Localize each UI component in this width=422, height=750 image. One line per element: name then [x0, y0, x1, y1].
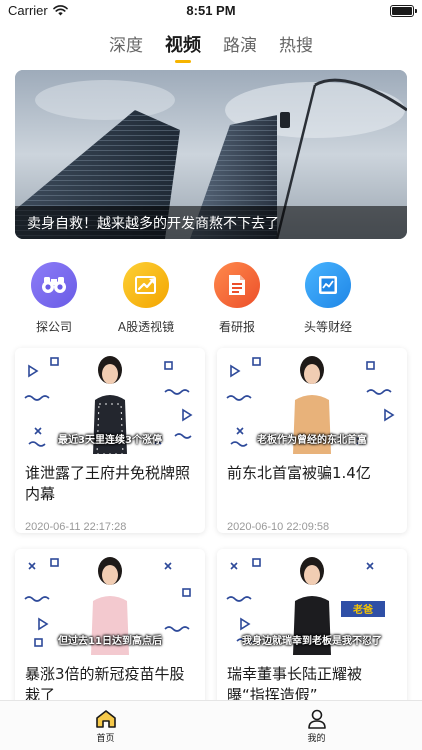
video-subtitle: 我身边就瑞幸到老板是我不忍了 [242, 636, 382, 647]
tab-label: 我的 [307, 734, 326, 744]
featured-banner[interactable]: 卖身自救！越来越多的开发商熬不下去了 [15, 70, 407, 239]
banner-caption: 卖身自救！越来越多的开发商熬不下去了 [27, 215, 279, 232]
video-card[interactable]: 老板作为曾经的东北首富 前东北首富被骗1.4亿 2020-06-10 22:09… [217, 348, 407, 533]
tab-depth[interactable]: 深度 [109, 33, 143, 63]
status-time: 8:51 PM [186, 3, 236, 18]
tab-trending[interactable]: 热搜 [279, 33, 313, 63]
quick-nav-label: A股透视镜 [117, 320, 175, 334]
video-card[interactable]: 但过去11日达到高点后 暴涨3倍的新冠疫苗牛股栽了 [15, 549, 205, 722]
video-thumbnail: 但过去11日达到高点后 [15, 549, 205, 655]
video-date: 2020-06-10 22:09:58 [227, 521, 330, 533]
video-badge: 老爸 [352, 603, 373, 616]
finance-chart-icon [305, 262, 351, 308]
tab-roadshow[interactable]: 路演 [223, 33, 257, 63]
tab-profile[interactable]: 我的 [211, 701, 422, 750]
battery-icon [390, 5, 417, 17]
video-title: 谁泄露了王府井免税牌照内幕 [25, 464, 191, 503]
report-document-icon [214, 262, 260, 308]
quick-nav-explore-company[interactable]: 探公司 [14, 262, 94, 335]
top-tabs: 深度 视频 路演 热搜 [0, 33, 422, 63]
chart-trend-icon [123, 262, 169, 308]
quick-nav-label: 探公司 [35, 320, 72, 334]
user-icon [307, 709, 326, 729]
quick-nav-research-report[interactable]: 看研报 [197, 262, 277, 335]
banner-caption-bar: 卖身自救！越来越多的开发商熬不下去了 [15, 206, 407, 239]
quick-nav-top-finance[interactable]: 头等财经 [288, 262, 368, 335]
video-card[interactable]: 最近3天里连续3个涨停 谁泄露了王府井免税牌照内幕 2020-06-11 22:… [15, 348, 205, 533]
tab-label: 首页 [96, 734, 115, 744]
quick-nav-label: 看研报 [218, 320, 255, 334]
home-icon [95, 710, 116, 728]
quick-nav: 探公司 A股透视镜 看研报 头等财经 [0, 262, 422, 338]
battery-level [392, 7, 412, 15]
tab-home[interactable]: 首页 [0, 701, 211, 750]
video-subtitle: 但过去11日达到高点后 [58, 636, 162, 647]
bottom-tab-bar: 首页 我的 [0, 700, 422, 750]
video-title: 前东北首富被骗1.4亿 [227, 464, 371, 482]
video-subtitle: 最近3天里连续3个涨停 [58, 435, 162, 446]
quick-nav-label: 头等财经 [303, 320, 352, 334]
video-card[interactable]: 老爸 我身边就瑞幸到老板是我不忍了 瑞幸董事长陆正耀被曝“指挥造假” [217, 549, 407, 722]
video-subtitle: 老板作为曾经的东北首富 [257, 435, 367, 446]
binoculars-icon [31, 262, 77, 308]
video-date: 2020-06-11 22:17:28 [25, 521, 127, 533]
quick-nav-a-share-lens[interactable]: A股透视镜 [106, 262, 186, 335]
video-thumbnail: 老爸 我身边就瑞幸到老板是我不忍了 [217, 549, 407, 655]
video-thumbnail: 最近3天里连续3个涨停 [15, 348, 205, 454]
video-thumbnail: 老板作为曾经的东北首富 [217, 348, 407, 454]
status-bar: Carrier 8:51 PM [0, 0, 422, 22]
tab-video[interactable]: 视频 [165, 33, 201, 63]
